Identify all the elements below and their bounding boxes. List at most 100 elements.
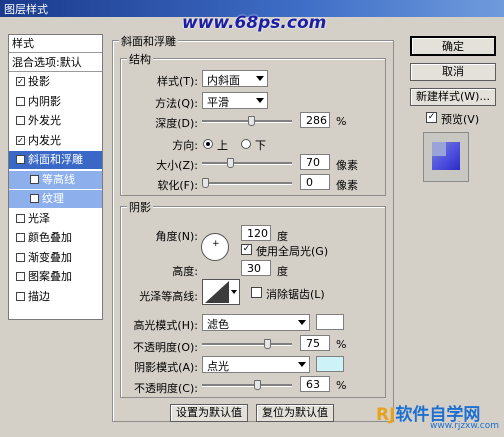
window-title: 图层样式 [4,3,48,16]
style-checkbox[interactable]: ✓ [16,155,25,164]
structure-title: 结构 [127,51,153,67]
slider-thumb[interactable] [254,380,261,390]
altitude-input[interactable]: 30 [241,260,271,276]
opacity1-label: 不透明度(O): [133,341,198,354]
direction-down-radio[interactable] [241,139,251,149]
slider-thumb[interactable] [248,116,255,126]
highlight-opacity-slider[interactable] [202,339,292,350]
chevron-down-icon [298,362,306,367]
angle-dial[interactable]: + [201,233,229,261]
preview-highlight [432,142,446,156]
style-checkbox[interactable] [30,174,39,184]
shadow-mode-select[interactable]: 点光 [202,356,310,373]
angle-unit: 度 [277,230,288,243]
style-list-item[interactable]: 等高线 [9,170,102,189]
style-item-label: 外发光 [28,114,61,127]
style-checkbox[interactable] [16,96,25,106]
style-list-item[interactable]: ✓ 内发光 [9,132,102,150]
style-checkbox[interactable] [30,194,39,203]
gloss-contour-picker[interactable] [202,279,240,305]
blend-options-item[interactable]: 混合选项:默认 [9,54,102,72]
style-checkbox[interactable] [16,233,25,242]
angle-input[interactable]: 120 [241,225,271,241]
style-list-item[interactable]: 描边 [9,288,102,306]
watermark-text: www.68ps.com [182,13,327,33]
direction-up-radio[interactable] [203,139,213,149]
direction-down-label: 下 [255,139,266,152]
slider-thumb[interactable] [264,339,271,349]
size-input[interactable]: 70 [300,154,330,170]
style-preview-thumbnail [423,132,469,182]
shadow-opacity-slider[interactable] [202,380,292,391]
soften-input[interactable]: 0 [300,174,330,190]
chevron-down-icon [298,320,306,325]
style-list: 样式 混合选项:默认 ✓ 投影 内阴影 外发光 ✓ 内发光 ✓ 斜面和浮雕 等高线 纹理 光泽 颜色叠… [8,34,103,320]
anti-alias-checkbox[interactable] [251,287,262,298]
style-label: 样式(T): [156,75,198,88]
preview-checkbox[interactable]: ✓ [426,112,437,123]
depth-unit: % [336,115,347,128]
style-item-label: 纹理 [42,192,64,205]
style-item-label: 描边 [28,289,50,303]
size-unit: 像素 [336,159,358,172]
angle-label: 角度(N): [155,230,198,243]
cancel-button[interactable]: 取消 [410,63,496,81]
slider-thumb[interactable] [202,178,209,188]
style-list-item[interactable]: 光泽 [9,210,102,228]
slider-track [202,120,292,123]
style-checkbox[interactable] [16,252,25,262]
style-list-item[interactable]: 内阴影 [9,93,102,111]
technique-label: 方法(Q): [155,97,198,110]
style-item-label: 渐变叠加 [28,250,72,264]
highlight-opacity-input[interactable]: 75 [300,335,330,351]
chevron-down-icon [256,98,264,103]
new-style-button[interactable]: 新建样式(W)... [410,88,496,106]
technique-select[interactable]: 平滑 [202,92,268,109]
style-list-item[interactable]: ✓ 投影 [9,73,102,91]
depth-label: 深度(D): [155,117,198,130]
shadow-opacity-input[interactable]: 63 [300,376,330,392]
style-checkbox[interactable]: ✓ [16,77,25,86]
bevel-group-title: 斜面和浮雕 [119,33,178,49]
direction-up-label: 上 [217,139,228,152]
shadow-color-swatch[interactable] [316,356,344,372]
slider-track [202,384,292,387]
style-list-item[interactable]: ✓ 斜面和浮雕 [9,151,102,169]
style-list-item[interactable]: 颜色叠加 [9,229,102,247]
soften-slider[interactable] [202,178,292,189]
opacity2-label: 不透明度(C): [134,382,198,395]
depth-input[interactable]: 286 [300,112,330,128]
depth-slider[interactable] [202,116,292,127]
ok-button[interactable]: 确定 [410,36,496,56]
highlight-color-swatch[interactable] [316,314,344,330]
global-light-checkbox[interactable]: ✓ [241,244,252,255]
style-select[interactable]: 内斜面 [202,70,268,87]
brand-mark-icon: RJ [376,405,396,425]
slider-thumb[interactable] [227,158,234,168]
slider-track [202,182,292,185]
style-checkbox[interactable] [16,272,25,281]
style-item-label: 投影 [28,75,50,88]
style-list-item[interactable]: 图案叠加 [9,268,102,286]
size-label: 大小(Z): [156,159,198,172]
style-list-header[interactable]: 样式 [9,35,102,53]
preview-label: 预览(V) [441,113,480,126]
anti-alias-label: 消除锯齿(L) [266,288,325,301]
soften-unit: 像素 [336,179,358,192]
style-checkbox[interactable] [16,213,25,223]
highlight-mode-select[interactable]: 滤色 [202,314,310,331]
size-slider[interactable] [202,158,292,169]
style-item-label: 内阴影 [28,94,61,108]
make-default-button[interactable]: 设置为默认值 [170,404,248,422]
reset-default-button[interactable]: 复位为默认值 [256,404,334,422]
opacity1-unit: % [336,338,347,351]
style-checkbox[interactable]: ✓ [16,135,25,145]
style-checkbox[interactable] [16,291,25,301]
style-list-item[interactable]: 渐变叠加 [9,249,102,267]
soften-label: 软化(F): [157,179,198,192]
style-list-item[interactable]: 纹理 [9,190,102,208]
shadow-mode-label: 阴影模式(A): [134,361,198,374]
style-checkbox[interactable] [16,116,25,125]
style-list-item[interactable]: 外发光 [9,112,102,130]
crosshair-icon: + [212,239,220,249]
